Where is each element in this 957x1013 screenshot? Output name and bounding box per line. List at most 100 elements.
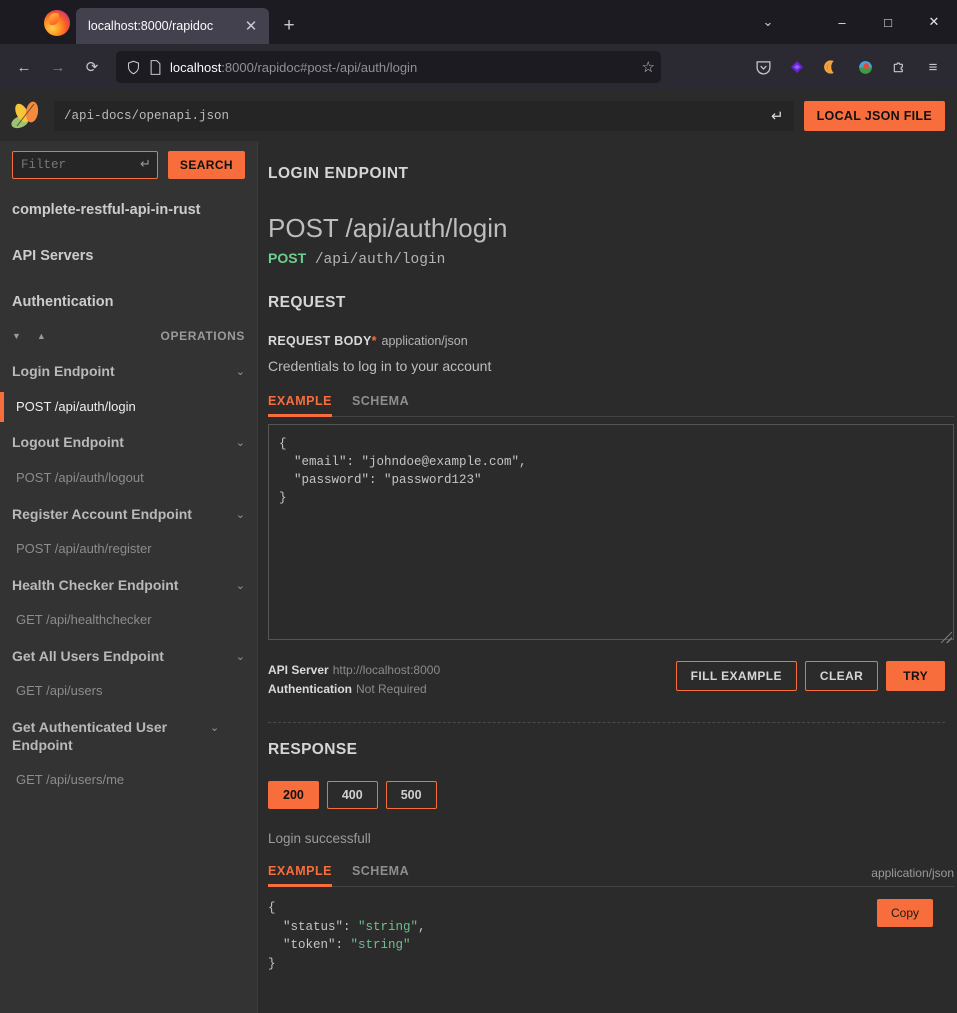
filter-box: ↵ — [12, 151, 158, 179]
tab-request-example[interactable]: EXAMPLE — [268, 390, 332, 417]
chevron-down-icon: ⌄ — [235, 650, 245, 663]
app-menu-icon[interactable]: ≡ — [917, 51, 949, 83]
extension-purple-icon[interactable] — [781, 51, 813, 83]
response-code-400[interactable]: 400 — [326, 781, 378, 810]
json-tail: , — [418, 919, 426, 934]
page-icon — [150, 59, 161, 75]
url-text: localhost:8000/rapidoc#post-/api/auth/lo… — [170, 60, 634, 75]
window-controls: ⌄ – □ ✕ — [753, 0, 957, 44]
operation-summary: POST /api/auth/login — [268, 213, 508, 243]
list-all-tabs-icon[interactable]: ⌄ — [753, 0, 783, 44]
forward-icon[interactable]: → — [42, 51, 74, 83]
main-content: LOGIN ENDPOINT POST /api/auth/login POST… — [258, 141, 957, 1013]
json-key: "status": — [268, 919, 359, 934]
rapidoc-header: ↵ LOCAL JSON FILE — [0, 90, 957, 141]
clear-button[interactable]: CLEAR — [804, 661, 879, 691]
sidebar-tag-label: Register Account Endpoint — [12, 505, 192, 522]
fill-example-button[interactable]: FILL EXAMPLE — [675, 661, 797, 691]
filter-enter-icon: ↵ — [140, 156, 151, 171]
required-marker: * — [371, 334, 377, 348]
resize-handle-icon[interactable] — [941, 632, 952, 643]
response-description: Login successfull — [268, 831, 371, 847]
response-code-200[interactable]: 200 — [268, 781, 319, 810]
request-action-buttons: FILL EXAMPLE CLEAR TRY — [675, 661, 945, 691]
sort-ascending-icon[interactable]: ▲ — [37, 331, 46, 341]
request-body-textarea[interactable] — [268, 424, 954, 640]
reload-icon[interactable]: ⟳ — [76, 51, 108, 83]
url-host: localhost — [170, 59, 222, 75]
sidebar-tag-label: Get Authenticated User Endpoint — [12, 718, 168, 753]
api-server-value: http://localhost:8000 — [332, 663, 441, 677]
request-section-title: REQUEST — [268, 294, 346, 311]
method-badge: POST — [268, 250, 307, 266]
tab-response-example[interactable]: EXAMPLE — [268, 860, 332, 888]
search-button[interactable]: SEARCH — [167, 151, 245, 179]
maximize-button[interactable]: □ — [865, 0, 911, 44]
request-description: Credentials to log in to your account — [268, 358, 492, 374]
copy-button[interactable]: Copy — [876, 899, 933, 928]
extension-globe-icon[interactable] — [849, 51, 881, 83]
back-icon[interactable]: ← — [8, 51, 40, 83]
sidebar-item-authentication[interactable]: Authentication — [0, 279, 257, 325]
chevron-down-icon: ⌄ — [235, 366, 245, 379]
sidebar-tag-label: Get All Users Endpoint — [12, 647, 164, 664]
sidebar-tag-health-checker-endpoint[interactable]: Health Checker Endpoint ⌄ — [0, 565, 257, 605]
tab-response-schema[interactable]: SCHEMA — [352, 860, 409, 887]
sidebar-path-post-api-auth-register[interactable]: POST /api/auth/register — [0, 534, 257, 565]
request-body-header: REQUEST BODY* application/json — [268, 334, 945, 348]
chevron-down-icon: ⌄ — [235, 508, 245, 521]
sort-descending-icon[interactable]: ▼ — [12, 331, 21, 341]
sidebar-item-overview[interactable]: complete-restful-api-in-rust — [0, 187, 257, 233]
tab-request-schema[interactable]: SCHEMA — [352, 390, 409, 417]
extensions-puzzle-icon[interactable] — [883, 51, 915, 83]
chevron-down-icon: ⌄ — [210, 721, 220, 734]
browser-tab[interactable]: localhost:8000/rapidoc ✕ — [76, 8, 269, 44]
sidebar-path-post-api-auth-login[interactable]: POST /api/auth/login — [0, 391, 257, 423]
sidebar-path-get-api-users-me[interactable]: GET /api/users/me — [0, 765, 257, 796]
sidebar-tag-logout-endpoint[interactable]: Logout Endpoint ⌄ — [0, 422, 257, 462]
browser-window: localhost:8000/rapidoc ✕ + ⌄ – □ ✕ ← → ⟳… — [0, 0, 957, 1013]
close-tab-icon[interactable]: ✕ — [239, 14, 263, 38]
sidebar-tag-login-endpoint[interactable]: Login Endpoint ⌄ — [0, 351, 257, 391]
json-value: "string" — [350, 938, 411, 953]
extension-icons: ≡ — [747, 51, 949, 83]
request-example-tabs: EXAMPLE SCHEMA — [268, 390, 954, 417]
filter-input[interactable] — [12, 151, 158, 179]
response-code-tabs: 200 400 500 — [268, 781, 945, 810]
sidebar-tag-label: Logout Endpoint — [12, 434, 124, 451]
sidebar-path-post-api-auth-logout[interactable]: POST /api/auth/logout — [0, 463, 257, 494]
sidebar-item-api-servers[interactable]: API Servers — [0, 233, 257, 279]
sidebar-tag-get-all-users-endpoint[interactable]: Get All Users Endpoint ⌄ — [0, 636, 257, 676]
sidebar-operations-list: Login Endpoint ⌄ POST /api/auth/login Lo… — [0, 351, 257, 796]
rapidoc-logo-icon — [8, 99, 44, 133]
try-button[interactable]: TRY — [886, 661, 945, 691]
api-server-label: API Server — [268, 663, 329, 677]
local-json-file-button[interactable]: LOCAL JSON FILE — [803, 100, 945, 131]
api-server-row: API Server http://localhost:8000 — [268, 661, 440, 680]
chevron-down-icon: ⌄ — [235, 579, 245, 592]
server-auth-row: API Server http://localhost:8000 Authenti… — [268, 661, 945, 698]
extension-orange-icon[interactable] — [815, 51, 847, 83]
sidebar-tag-get-authenticated-user-endpoint[interactable]: Get Authenticated User Endpoint ⌄ — [0, 707, 257, 765]
chevron-down-icon: ⌄ — [235, 437, 245, 450]
server-meta: API Server http://localhost:8000 Authenti… — [268, 661, 440, 698]
spec-submit-icon[interactable]: ↵ — [771, 107, 784, 125]
response-section-title: RESPONSE — [268, 741, 358, 759]
sidebar-tag-register-account-endpoint[interactable]: Register Account Endpoint ⌄ — [0, 494, 257, 534]
minimize-button[interactable]: – — [819, 0, 865, 44]
request-body-mime: application/json — [381, 334, 468, 348]
spec-url-wrap: ↵ — [54, 100, 794, 131]
new-tab-button[interactable]: + — [277, 14, 301, 38]
section-divider — [268, 722, 945, 724]
sidebar-path-get-api-healthchecker[interactable]: GET /api/healthchecker — [0, 605, 257, 636]
response-example-tabs: EXAMPLE SCHEMA application/json — [268, 860, 954, 888]
pocket-icon[interactable] — [747, 51, 779, 83]
sidebar-path-get-api-users[interactable]: GET /api/users — [0, 676, 257, 707]
bookmark-star-icon[interactable]: ☆ — [642, 58, 655, 76]
json-value: "string" — [358, 919, 419, 934]
response-code-500[interactable]: 500 — [385, 781, 437, 810]
address-bar[interactable]: localhost:8000/rapidoc#post-/api/auth/lo… — [116, 51, 661, 83]
operation-path: /api/auth/login — [314, 252, 446, 268]
close-window-button[interactable]: ✕ — [911, 0, 957, 44]
spec-url-input[interactable] — [54, 100, 794, 131]
